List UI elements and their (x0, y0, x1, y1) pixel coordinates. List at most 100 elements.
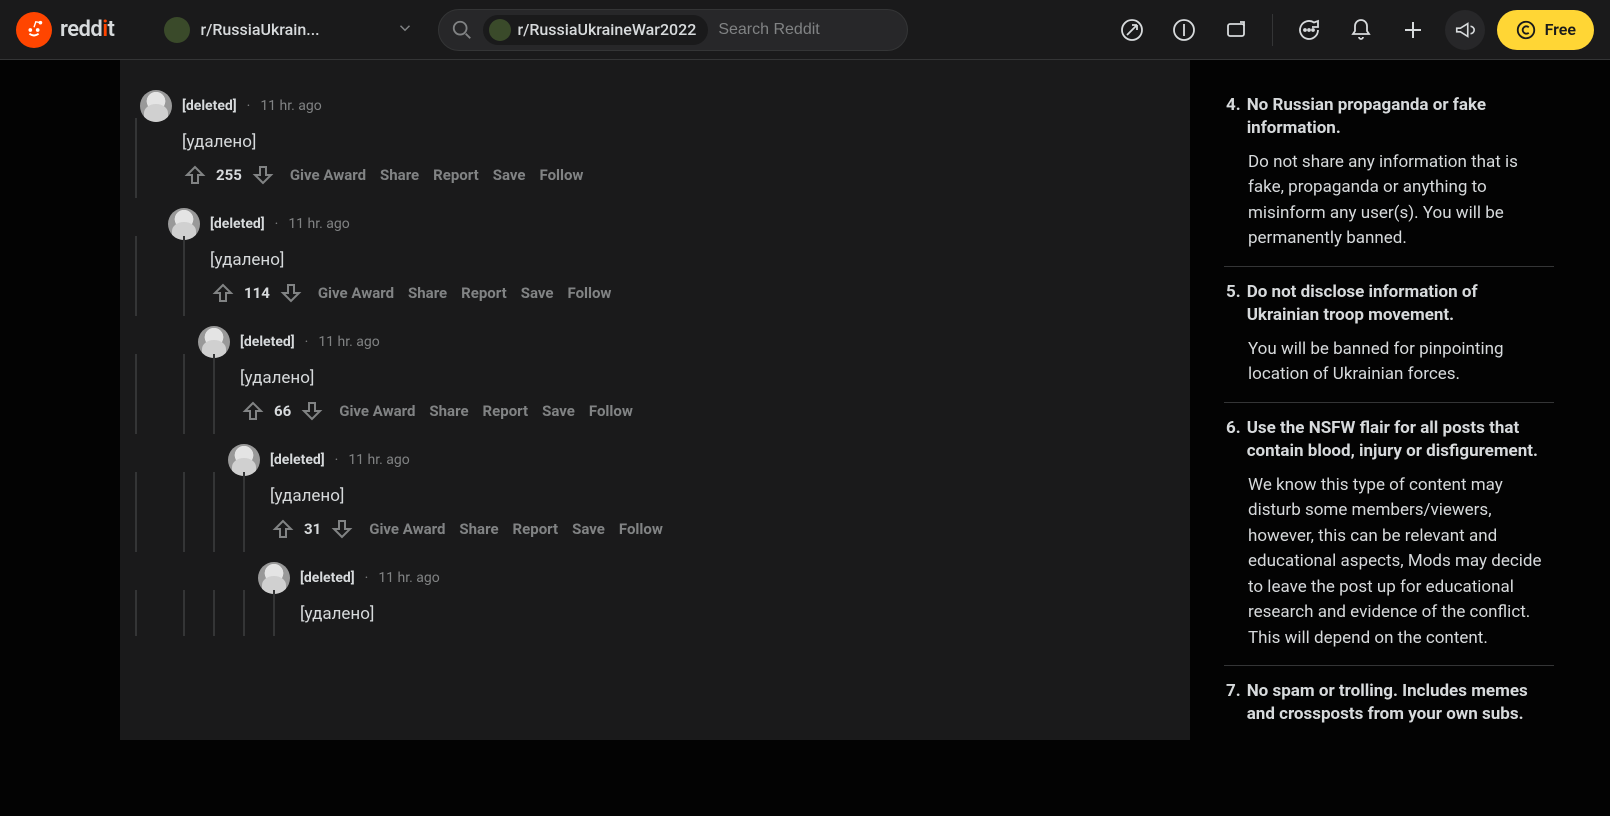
comment-body: [удалено] (270, 486, 1174, 506)
popular-icon[interactable] (1112, 10, 1152, 50)
subreddit-selector[interactable]: r/RussiaUkrain... (154, 10, 424, 50)
comment: [deleted] · 11 hr. ago [удалено] 31 Give… (120, 434, 1190, 552)
follow-button[interactable]: Follow (539, 166, 583, 184)
share-button[interactable]: Share (459, 520, 498, 538)
timestamp[interactable]: 11 hr. ago (318, 334, 379, 350)
comment-body: [удалено] (240, 368, 1174, 388)
thread-line[interactable] (213, 472, 215, 552)
search-input[interactable] (718, 21, 925, 39)
upvote-icon[interactable] (210, 280, 236, 306)
thread-line[interactable] (183, 236, 185, 316)
award-button[interactable]: Give Award (318, 284, 394, 302)
report-button[interactable]: Report (513, 520, 559, 538)
rule-item: 7.No spam or trolling. Includes memes an… (1224, 665, 1554, 740)
thread-line[interactable] (183, 472, 185, 552)
score: 255 (216, 166, 242, 184)
rule-number: 5. (1226, 281, 1241, 327)
thread-line[interactable] (243, 472, 245, 552)
share-button[interactable]: Share (408, 284, 447, 302)
comment-body: [удалено] (210, 250, 1174, 270)
search-scope-chip[interactable]: r/RussiaUkraineWar2022 (483, 15, 708, 45)
timestamp[interactable]: 11 hr. ago (348, 452, 409, 468)
follow-button[interactable]: Follow (567, 284, 611, 302)
rules-sidebar: 4.No Russian propaganda or fake informat… (1224, 60, 1554, 740)
subreddit-name: r/RussiaUkrain... (200, 20, 386, 39)
divider (1272, 14, 1273, 46)
score: 66 (274, 402, 291, 420)
header-actions: Free (1112, 10, 1594, 50)
award-button[interactable]: Give Award (339, 402, 415, 420)
report-button[interactable]: Report (461, 284, 507, 302)
share-button[interactable]: Share (429, 402, 468, 420)
rule-item: 5.Do not disclose information of Ukraini… (1224, 266, 1554, 402)
rule-body: We know this type of content may disturb… (1226, 473, 1554, 652)
rule-title: No Russian propaganda or fake informatio… (1247, 94, 1554, 140)
author-link[interactable]: [deleted] (210, 216, 265, 232)
thread-line[interactable] (213, 354, 215, 434)
subreddit-avatar-icon (164, 17, 190, 43)
timestamp[interactable]: 11 hr. ago (378, 570, 439, 586)
award-button[interactable]: Give Award (290, 166, 366, 184)
rule-body: Do not share any information that is fak… (1226, 150, 1554, 252)
save-button[interactable]: Save (493, 166, 526, 184)
rule-item: 4.No Russian propaganda or fake informat… (1224, 80, 1554, 266)
follow-button[interactable]: Follow (619, 520, 663, 538)
thread-line[interactable] (273, 590, 275, 636)
reddit-logo[interactable]: reddit (16, 12, 114, 48)
avatar[interactable] (140, 90, 172, 122)
thread-line[interactable] (243, 590, 245, 636)
upvote-icon[interactable] (240, 398, 266, 424)
comments-column: [deleted] · 11 hr. ago [удалено] 255 Giv… (120, 60, 1190, 740)
comment-body: [удалено] (182, 132, 1174, 152)
thread-line[interactable] (213, 590, 215, 636)
thread-line[interactable] (135, 590, 137, 636)
thread-line[interactable] (135, 354, 137, 434)
follow-button[interactable]: Follow (589, 402, 633, 420)
advertise-icon[interactable] (1445, 10, 1485, 50)
chip-label: r/RussiaUkraineWar2022 (517, 20, 696, 39)
rule-number: 7. (1226, 680, 1241, 726)
upvote-icon[interactable] (270, 516, 296, 542)
timestamp[interactable]: 11 hr. ago (260, 98, 321, 114)
report-button[interactable]: Report (483, 402, 529, 420)
rule-number: 6. (1226, 417, 1241, 463)
save-button[interactable]: Save (542, 402, 575, 420)
create-post-icon[interactable] (1393, 10, 1433, 50)
author-link[interactable]: [deleted] (300, 570, 355, 586)
separator-dot: · (275, 216, 279, 232)
downvote-icon[interactable] (329, 516, 355, 542)
downvote-icon[interactable] (250, 162, 276, 188)
thread-line[interactable] (135, 236, 137, 316)
downvote-icon[interactable] (278, 280, 304, 306)
award-button[interactable]: Give Award (369, 520, 445, 538)
share-button[interactable]: Share (380, 166, 419, 184)
free-button[interactable]: Free (1497, 10, 1594, 50)
score: 114 (244, 284, 270, 302)
chat-icon[interactable] (1289, 10, 1329, 50)
comment: [deleted] · 11 hr. ago [удалено] 66 Give… (120, 316, 1190, 434)
notifications-icon[interactable] (1341, 10, 1381, 50)
thread-line[interactable] (183, 590, 185, 636)
comment: [deleted] · 11 hr. ago [удалено] 114 Giv… (120, 198, 1190, 316)
report-button[interactable]: Report (433, 166, 479, 184)
save-button[interactable]: Save (572, 520, 605, 538)
comment: [deleted] · 11 hr. ago [удалено] (120, 552, 1190, 636)
coin-icon[interactable] (1164, 10, 1204, 50)
free-label: Free (1545, 20, 1576, 39)
timestamp[interactable]: 11 hr. ago (288, 216, 349, 232)
shield-icon[interactable] (1216, 10, 1256, 50)
search-bar[interactable]: r/RussiaUkraineWar2022 (438, 9, 908, 51)
upvote-icon[interactable] (182, 162, 208, 188)
separator-dot: · (335, 452, 339, 468)
thread-line[interactable] (183, 354, 185, 434)
author-link[interactable]: [deleted] (182, 98, 237, 114)
downvote-icon[interactable] (299, 398, 325, 424)
author-link[interactable]: [deleted] (240, 334, 295, 350)
coin-outline-icon (1515, 19, 1537, 41)
author-link[interactable]: [deleted] (270, 452, 325, 468)
save-button[interactable]: Save (521, 284, 554, 302)
score: 31 (304, 520, 321, 538)
thread-line[interactable] (135, 118, 137, 198)
thread-line[interactable] (135, 472, 137, 552)
chip-subreddit-icon (489, 19, 511, 41)
